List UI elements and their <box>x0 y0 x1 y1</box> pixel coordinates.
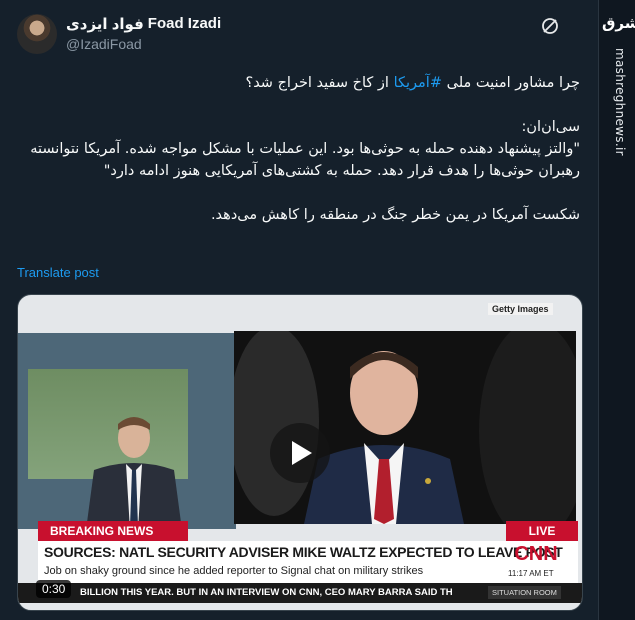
tweet-body: چرا مشاور امنیت ملی #آمریکا از کاخ سفید … <box>17 72 580 248</box>
cnn-logo: CNN <box>514 543 558 565</box>
translate-link[interactable]: Translate post <box>17 265 99 280</box>
play-button[interactable] <box>270 423 330 483</box>
brand-logo: مشرق <box>602 14 635 32</box>
video-duration: 0:30 <box>36 580 72 598</box>
breaking-label: BREAKING NEWS <box>38 521 188 541</box>
author-name-row[interactable]: فواد ایزدی Foad Izadi <box>66 15 221 33</box>
getty-watermark: Getty Images <box>488 303 553 315</box>
tweet-card: فواد ایزدی Foad Izadi @IzadiFoad چرا مشا… <box>0 0 598 620</box>
ticker-text: BILLION THIS YEAR. BUT IN AN INTERVIEW O… <box>80 587 453 598</box>
tweet-paragraph-1: چرا مشاور امنیت ملی #آمریکا از کاخ سفید … <box>245 75 581 91</box>
brand-strip: مشرق mashreghnews.ir <box>598 0 635 620</box>
chyron-headline: SOURCES: NATL SECURITY ADVISER MIKE WALT… <box>44 544 563 560</box>
live-badge: LIVE <box>506 521 578 541</box>
author-name-en: Foad Izadi <box>147 15 222 32</box>
grok-icon[interactable] <box>540 16 560 36</box>
chyron: SOURCES: NATL SECURITY ADVISER MIKE WALT… <box>38 541 578 583</box>
avatar[interactable] <box>17 14 57 54</box>
video-player[interactable]: Getty Images BREAKING NEWS LIVE SOURCES:… <box>17 294 583 611</box>
breaking-banner: BREAKING NEWS LIVE <box>38 521 578 541</box>
author-handle[interactable]: @IzadiFoad <box>66 36 142 52</box>
play-icon <box>292 441 312 465</box>
brand-url: mashreghnews.ir <box>613 48 627 156</box>
tweet-paragraph-2: سی‌ان‌ان: "والتز پیشنهاد دهنده حمله به ح… <box>30 119 580 179</box>
anchor-figure <box>86 417 182 530</box>
tweet-paragraph-3: شکست آمریکا در یمن خطر جنگ در منطقه را ک… <box>210 207 580 223</box>
studio-frame <box>18 333 236 530</box>
broadcast-time: 11:17 AM ET <box>508 569 554 578</box>
news-ticker: BILLION THIS YEAR. BUT IN AN INTERVIEW O… <box>18 583 582 603</box>
hashtag-link[interactable]: #آمریکا <box>394 75 442 91</box>
chyron-subline: Job on shaky ground since he added repor… <box>44 565 424 577</box>
situation-room-label: SITUATION ROOM <box>488 586 561 599</box>
author-name-fa: فواد ایزدی <box>66 16 144 33</box>
